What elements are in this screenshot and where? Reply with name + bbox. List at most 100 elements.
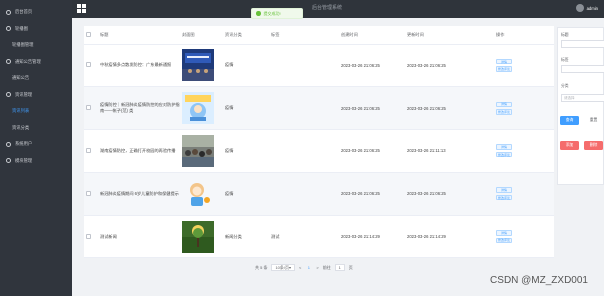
sidebar-item-notice-manage[interactable]: 通知公告管理 [0, 54, 72, 71]
sidebar-item-carousel[interactable]: 轮播图 [0, 21, 72, 38]
detail-button[interactable]: 详情 [496, 187, 512, 193]
page-number-current[interactable]: 1 [305, 264, 312, 271]
sidebar-item-news-manage[interactable]: 资讯管理 [0, 87, 72, 104]
title-filter-input[interactable] [561, 40, 604, 48]
add-button[interactable]: 添加 [560, 141, 579, 150]
success-toast: 提交成功! [251, 8, 303, 19]
tag-filter-input[interactable] [561, 65, 604, 73]
row-created: 2023-03-26 21:06:25 [339, 129, 405, 173]
col-tag: 标签 [269, 26, 339, 45]
detail-button[interactable]: 详情 [496, 230, 512, 236]
filter-panel: 标题 标签 分类 请选择 查询 重置 添加 删除 [557, 27, 604, 185]
news-table: 标题 封面图 资讯分类 标签 创建时间 更新时间 操作 中秋疫情多点散发防控：广… [84, 26, 554, 259]
row-tag [269, 129, 339, 173]
col-category: 资讯分类 [223, 26, 269, 45]
title-filter-label: 标题 [561, 33, 569, 37]
grid-icon [6, 158, 11, 164]
menu-fold-icon[interactable] [77, 4, 86, 13]
row-created: 2023-03-26 21:14:29 [339, 215, 405, 259]
col-updated: 更新时间 [405, 26, 494, 45]
row-tag [269, 172, 339, 216]
table-row[interactable]: 新冠肺炎疫情期间 6岁儿童防护和保健提示 疫情 2023-03-26 21:06… [84, 172, 554, 216]
col-created: 创建时间 [339, 26, 405, 45]
page-size-select[interactable]: 10条/页 ▾ [271, 264, 296, 271]
search-button[interactable]: 查询 [560, 116, 579, 125]
sidebar-item-module-manage[interactable]: 模块管理 [0, 153, 72, 170]
detail-button[interactable]: 详情 [496, 101, 512, 108]
cover-thumbnail[interactable] [182, 49, 214, 82]
sidebar: 后台首页 轮播图 轮播图管理 通知公告管理 通知公告 资讯管理 资讯列表 资讯分… [0, 0, 72, 296]
row-updated: 2023-03-26 21:14:29 [405, 215, 494, 259]
bell-icon [6, 59, 11, 65]
col-cover: 封面图 [180, 26, 223, 45]
delete-button[interactable]: 删除 [584, 141, 603, 150]
row-tag: 测试 [269, 215, 339, 259]
cover-thumbnail[interactable] [182, 177, 214, 210]
edit-button[interactable]: 修改评论 [496, 194, 512, 201]
row-category: 疫情 [223, 172, 269, 216]
row-checkbox[interactable] [86, 105, 91, 111]
pager-total: 共 5 条 [255, 264, 268, 270]
row-tag [269, 44, 339, 88]
sidebar-item-news-list[interactable]: 资讯列表 [0, 103, 72, 120]
top-header: 后台管理系统 admin [72, 0, 604, 18]
page-jump-input[interactable]: 1 [334, 264, 345, 271]
row-category: 疫情 [223, 44, 269, 88]
row-created: 2023-03-26 21:06:25 [339, 44, 405, 88]
sidebar-item-news-category[interactable]: 资讯分类 [0, 120, 72, 137]
select-all-checkbox[interactable] [84, 26, 98, 45]
detail-button[interactable]: 详情 [496, 144, 512, 150]
next-page-button[interactable]: > [316, 265, 318, 270]
sidebar-item-carousel-manage[interactable]: 轮播图管理 [0, 37, 72, 54]
row-title: 疫情防控｜新冠肺炎疫情防控的应对防护指南——帐子(范) 类 [98, 86, 180, 131]
sidebar-item-notice[interactable]: 通知公告 [0, 70, 72, 87]
news-icon [6, 92, 11, 98]
sidebar-item-system-users[interactable]: 系统用户 [0, 136, 72, 153]
image-icon [6, 26, 11, 32]
edit-button[interactable]: 修改评论 [496, 66, 512, 72]
table-row[interactable]: 疫情防控｜新冠肺炎疫情防控的应对防护指南——帐子(范) 类 疫情 2023-03… [84, 86, 554, 131]
detail-button[interactable]: 详情 [496, 58, 512, 65]
row-checkbox[interactable] [86, 190, 91, 196]
row-title: 湖南疫情防控，正确打开校园的再验传播 [98, 129, 180, 173]
row-updated: 2023-03-26 21:11:13 [405, 129, 494, 173]
prev-page-button[interactable]: < [299, 265, 301, 270]
row-tag [269, 86, 339, 131]
col-title: 标题 [98, 26, 180, 45]
table-row[interactable]: 湖南疫情防控，正确打开校园的再验传播 疫情 2023-03-26 21:06:2… [84, 129, 554, 173]
pagination: 共 5 条 10条/页 ▾ < 1 > 前往 1 页 [255, 264, 353, 271]
sidebar-item-home[interactable]: 后台首页 [0, 4, 72, 21]
row-title: 测试新闻 [98, 215, 180, 259]
table-row[interactable]: 中秋疫情多点散发防控：广东最新通报 疫情 2023-03-26 21:06:25… [84, 44, 554, 88]
category-filter-label: 分类 [561, 84, 569, 88]
cover-thumbnail[interactable] [182, 220, 214, 253]
username: admin [586, 5, 598, 11]
row-title: 新冠肺炎疫情期间 6岁儿童防护和保健提示 [98, 172, 180, 216]
row-checkbox[interactable] [86, 233, 91, 239]
row-checkbox[interactable] [86, 62, 91, 68]
chevron-down-icon: ▾ [289, 265, 292, 270]
user-icon [6, 141, 11, 147]
goto-label: 前往 [322, 264, 331, 270]
category-filter-select[interactable]: 请选择 [561, 94, 604, 102]
reset-button[interactable]: 重置 [584, 116, 603, 125]
edit-button[interactable]: 修改评论 [496, 109, 512, 115]
table-row[interactable]: 测试新闻 新闻分类 测试 2023-03-26 21:14:29 2023-03… [84, 215, 554, 259]
edit-button[interactable]: 修改评论 [496, 151, 512, 158]
row-updated: 2023-03-26 21:06:25 [405, 86, 494, 131]
col-actions: 操作 [494, 26, 554, 45]
row-created: 2023-03-26 21:06:25 [339, 172, 405, 216]
cover-thumbnail[interactable] [182, 134, 214, 167]
edit-button[interactable]: 修改评论 [496, 237, 512, 244]
row-checkbox[interactable] [86, 147, 91, 153]
home-icon [6, 9, 11, 15]
cover-thumbnail[interactable] [182, 92, 214, 125]
row-category: 疫情 [223, 86, 269, 131]
row-created: 2023-03-26 21:06:25 [339, 86, 405, 131]
avatar [575, 4, 584, 12]
row-updated: 2023-03-26 21:06:25 [405, 44, 494, 88]
row-category: 新闻分类 [223, 215, 269, 259]
user-menu[interactable]: admin [575, 4, 598, 12]
row-category: 疫情 [223, 129, 269, 173]
row-title: 中秋疫情多点散发防控：广东最新通报 [98, 44, 180, 88]
